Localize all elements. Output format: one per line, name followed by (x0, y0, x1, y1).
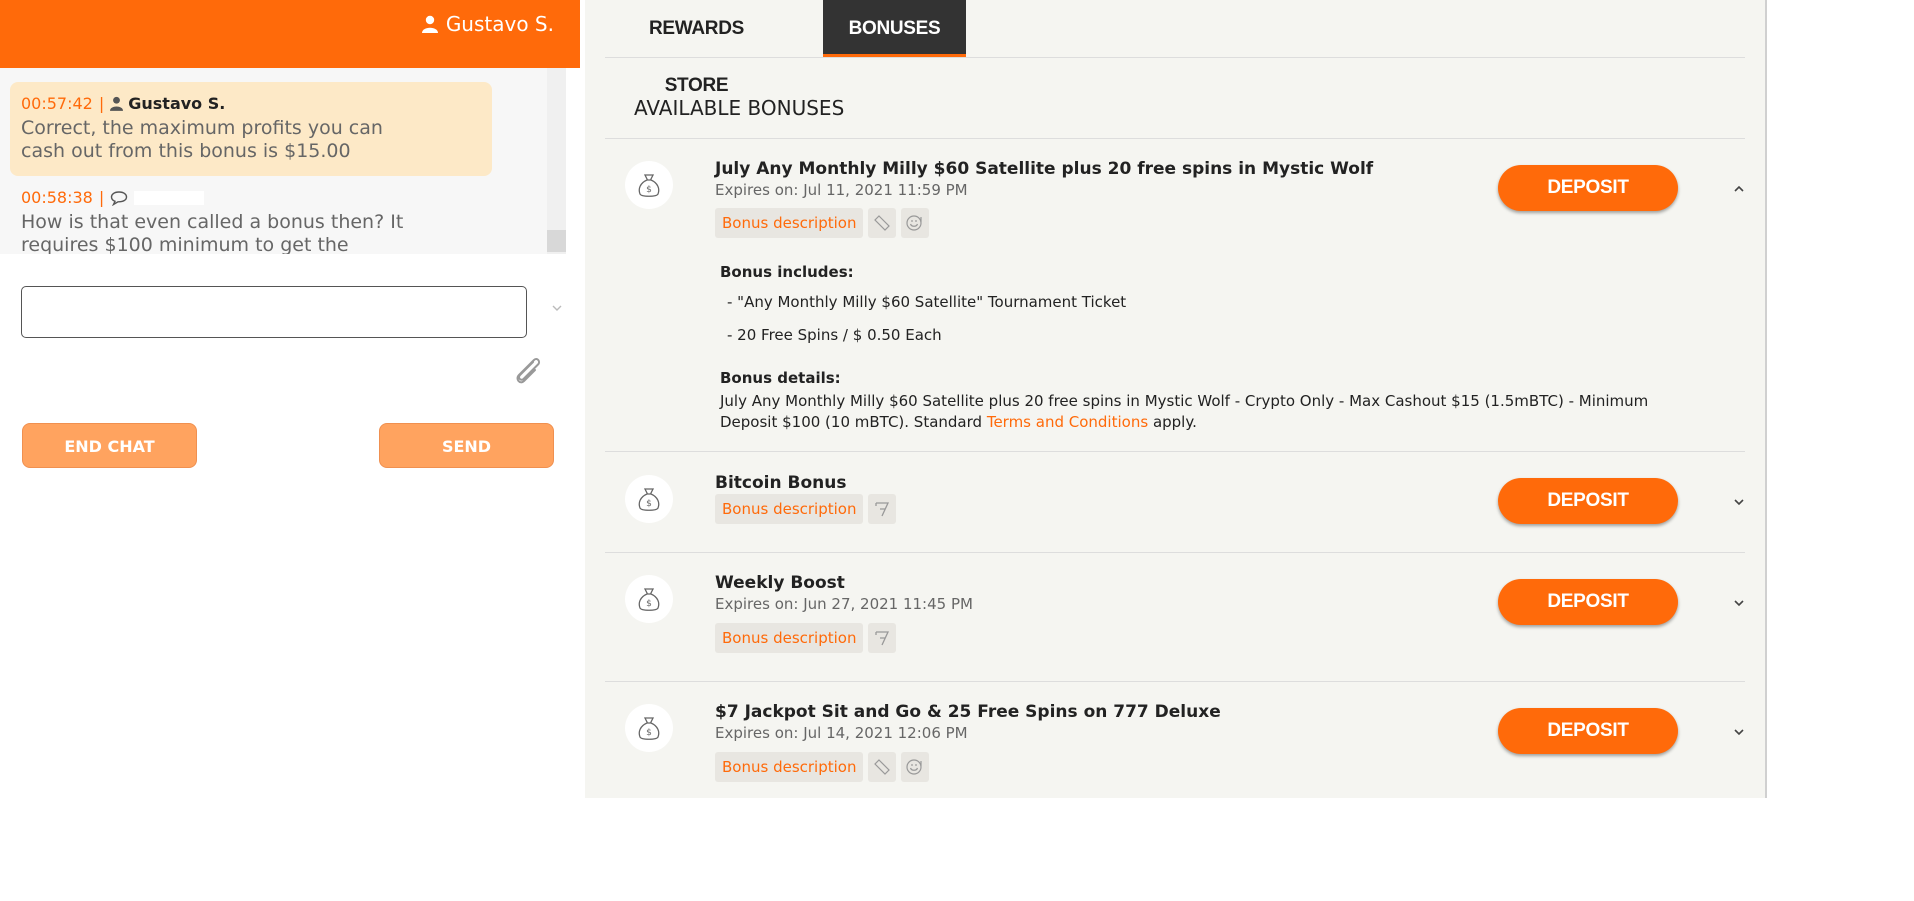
svg-text:$: $ (646, 728, 652, 738)
slot-smiley-icon (901, 752, 930, 782)
bonus-expiry: Expires on: Jul 11, 2021 11:59 PM (715, 181, 968, 199)
chevron-up-icon[interactable] (1732, 182, 1746, 196)
user-icon (421, 15, 438, 33)
bonus-details-text: July Any Monthly Milly $60 Satellite plu… (720, 391, 1710, 433)
bonus-expiry: Expires on: Jun 27, 2021 11:45 PM (715, 595, 973, 613)
bonus-icon: $ (625, 475, 673, 523)
bonus-description-tag[interactable]: Bonus description (715, 494, 864, 524)
deposit-button[interactable]: DEPOSIT (1498, 478, 1678, 524)
bonus-item: $ July Any Monthly Milly $60 Satellite p… (605, 139, 1745, 451)
message-sender: Gustavo S. (110, 94, 225, 113)
chat-header: Gustavo S. (0, 0, 580, 68)
bonus-item: $ $7 Jackpot Sit and Go & 25 Free Spins … (605, 682, 1745, 798)
end-chat-button[interactable]: END CHAT (22, 423, 197, 468)
money-bag-icon: $ (638, 717, 660, 740)
chevron-down-icon[interactable] (551, 302, 563, 314)
tab-bonuses[interactable]: BONUSES (823, 0, 966, 57)
svg-text:$: $ (646, 499, 652, 509)
bonus-tags: Bonus description (715, 208, 930, 238)
money-bag-icon: $ (638, 174, 660, 197)
bonus-expiry: Expires on: Jul 14, 2021 12:06 PM (715, 724, 968, 742)
bonus-details-heading: Bonus details: (720, 369, 841, 387)
bonus-include-item: - "Any Monthly Milly $60 Satellite" Tour… (727, 293, 1127, 311)
message-separator: | (98, 188, 105, 207)
tab-bar: REWARDS STORE BONUSES (605, 0, 1745, 96)
bonus-icon: $ (625, 575, 673, 623)
money-bag-icon: $ (638, 488, 660, 511)
chevron-down-icon[interactable] (1732, 725, 1746, 739)
bonus-title: Bitcoin Bonus (715, 473, 847, 493)
bonus-include-item: - 20 Free Spins / $ 0.50 Each (727, 326, 942, 344)
tab-rewards-store[interactable]: REWARDS STORE (625, 0, 768, 96)
svg-text:$: $ (646, 599, 652, 609)
message-separator: | (98, 94, 105, 113)
message-time: 00:58:38 (21, 188, 93, 207)
bonus-title: $7 Jackpot Sit and Go & 25 Free Spins on… (715, 702, 1221, 722)
ticket-icon (868, 752, 897, 782)
bonus-description-tag[interactable]: Bonus description (715, 623, 864, 653)
chevron-down-icon[interactable] (1732, 495, 1746, 509)
ticket-icon (868, 208, 897, 238)
message-meta: 00:57:42 | Gustavo S. (21, 94, 482, 113)
bonus-title: Weekly Boost (715, 573, 845, 593)
bonus-tags: Bonus description (715, 623, 897, 653)
chat-message-user: 00:58:38 | How is that even called a bon… (10, 176, 492, 254)
seven-icon (868, 623, 897, 653)
svg-text:$: $ (646, 185, 652, 195)
chat-header-user: Gustavo S. (421, 12, 554, 36)
deposit-button[interactable]: DEPOSIT (1498, 579, 1678, 625)
bonus-icon: $ (625, 704, 673, 752)
bonus-tags: Bonus description (715, 494, 897, 524)
chat-scrollbar[interactable] (547, 68, 566, 254)
money-bag-icon: $ (638, 588, 660, 611)
bonus-item: $ Bitcoin Bonus Bonus description DEPOSI… (605, 452, 1745, 552)
chevron-down-icon[interactable] (1732, 596, 1746, 610)
speech-bubble-icon (111, 190, 128, 206)
terms-link[interactable]: Terms and Conditions (987, 413, 1148, 431)
chat-message-input[interactable] (21, 286, 527, 338)
bonus-tags: Bonus description (715, 752, 930, 782)
message-meta: 00:58:38 | (21, 188, 482, 207)
message-text: Correct, the maximum profits you can cas… (21, 117, 383, 162)
bonus-details-suffix: apply. (1152, 413, 1197, 431)
deposit-button[interactable]: DEPOSIT (1498, 165, 1678, 211)
chat-scrollbar-thumb[interactable] (547, 230, 566, 252)
slot-smiley-icon (901, 208, 930, 238)
bonuses-panel: REWARDS STORE BONUSES AVAILABLE BONUSES … (585, 0, 1765, 798)
panel-border (1765, 0, 1767, 798)
paperclip-icon[interactable] (511, 354, 545, 388)
bonus-item: $ Weekly Boost Expires on: Jun 27, 2021 … (605, 553, 1745, 681)
seven-icon (868, 494, 897, 524)
message-sender-name: Gustavo S. (128, 94, 226, 113)
bonus-includes-heading: Bonus includes: (720, 263, 854, 281)
send-button[interactable]: SEND (379, 423, 554, 468)
chat-message-agent: 00:57:42 | Gustavo S. Correct, the maxim… (10, 82, 492, 176)
deposit-button[interactable]: DEPOSIT (1498, 708, 1678, 754)
chat-header-username: Gustavo S. (445, 12, 554, 36)
user-icon (110, 96, 124, 111)
chat-message-log[interactable]: 00:57:42 | Gustavo S. Correct, the maxim… (0, 68, 566, 254)
message-time: 00:57:42 (21, 94, 93, 113)
bonus-icon: $ (625, 161, 673, 209)
bonus-description-tag[interactable]: Bonus description (715, 208, 864, 238)
section-title: AVAILABLE BONUSES (634, 96, 845, 120)
bonus-title: July Any Monthly Milly $60 Satellite plu… (715, 159, 1374, 179)
message-text: How is that even called a bonus then? It… (21, 211, 404, 254)
message-sender-name (134, 190, 205, 205)
bonus-description-tag[interactable]: Bonus description (715, 752, 864, 782)
chat-panel: Gustavo S. 00:57:42 | Gustavo S. Correct… (0, 0, 580, 901)
